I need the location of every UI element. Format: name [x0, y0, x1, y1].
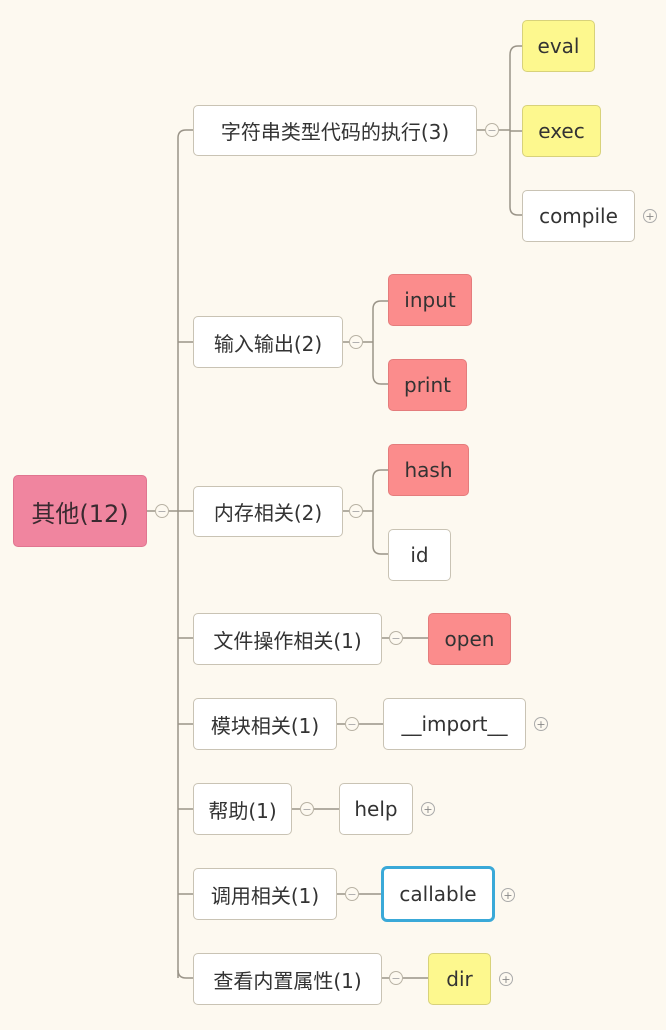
leaf-label: open	[444, 627, 495, 651]
branch-label: 输入输出(2)	[213, 331, 323, 356]
collapse-icon[interactable]: −	[345, 717, 359, 731]
collapse-icon[interactable]: −	[349, 504, 363, 518]
leaf-node[interactable]: hash	[388, 444, 469, 496]
collapse-icon[interactable]: −	[349, 335, 363, 349]
collapse-icon[interactable]: −	[300, 802, 314, 816]
leaf-label: exec	[538, 119, 585, 143]
root-label: 其他(12)	[31, 499, 129, 528]
collapse-icon[interactable]: −	[485, 123, 499, 137]
leaf-label: eval	[537, 34, 580, 58]
branch-node[interactable]: 帮助(1)	[193, 783, 292, 835]
leaf-node[interactable]: compile	[522, 190, 635, 242]
branch-label: 字符串类型代码的执行(3)	[220, 120, 450, 144]
leaf-node-selected[interactable]: callable	[381, 866, 495, 922]
branch-node[interactable]: 字符串类型代码的执行(3)	[193, 105, 477, 156]
leaf-node[interactable]: print	[388, 359, 467, 411]
expand-icon[interactable]: +	[499, 972, 513, 986]
branch-label: 模块相关(1)	[210, 713, 320, 738]
leaf-node[interactable]: eval	[522, 20, 595, 72]
collapse-icon[interactable]: −	[155, 504, 169, 518]
expand-icon[interactable]: +	[501, 888, 515, 902]
leaf-node[interactable]: open	[428, 613, 511, 665]
leaf-node[interactable]: input	[388, 274, 472, 326]
branch-label: 调用相关(1)	[210, 883, 320, 908]
branch-node[interactable]: 内存相关(2)	[193, 486, 343, 537]
leaf-label: dir	[446, 967, 473, 991]
collapse-icon[interactable]: −	[389, 971, 403, 985]
leaf-label: id	[410, 543, 429, 567]
leaf-label: __import__	[401, 712, 508, 736]
expand-icon[interactable]: +	[421, 802, 435, 816]
root-node[interactable]: 其他(12)	[13, 475, 147, 547]
branch-node[interactable]: 查看内置属性(1)	[193, 953, 382, 1005]
leaf-node[interactable]: help	[339, 783, 413, 835]
leaf-label: print	[404, 373, 451, 397]
leaf-node[interactable]: dir	[428, 953, 491, 1005]
leaf-label: compile	[539, 204, 618, 228]
expand-icon[interactable]: +	[643, 209, 657, 223]
branch-label: 帮助(1)	[208, 798, 277, 823]
leaf-node[interactable]: exec	[522, 105, 601, 157]
branch-label: 内存相关(2)	[213, 501, 323, 525]
leaf-node[interactable]: __import__	[383, 698, 526, 750]
leaf-label: hash	[404, 458, 453, 482]
branch-node[interactable]: 调用相关(1)	[193, 868, 337, 920]
branch-node[interactable]: 模块相关(1)	[193, 698, 337, 750]
branch-node[interactable]: 输入输出(2)	[193, 316, 343, 368]
leaf-label: input	[404, 288, 456, 312]
leaf-label: help	[354, 797, 398, 821]
branch-label: 查看内置属性(1)	[213, 968, 362, 993]
collapse-icon[interactable]: −	[389, 631, 403, 645]
branch-node[interactable]: 文件操作相关(1)	[193, 613, 382, 665]
branch-label: 文件操作相关(1)	[213, 628, 362, 653]
collapse-icon[interactable]: −	[345, 887, 359, 901]
leaf-label: callable	[399, 882, 477, 906]
leaf-node[interactable]: id	[388, 529, 451, 581]
expand-icon[interactable]: +	[534, 717, 548, 731]
